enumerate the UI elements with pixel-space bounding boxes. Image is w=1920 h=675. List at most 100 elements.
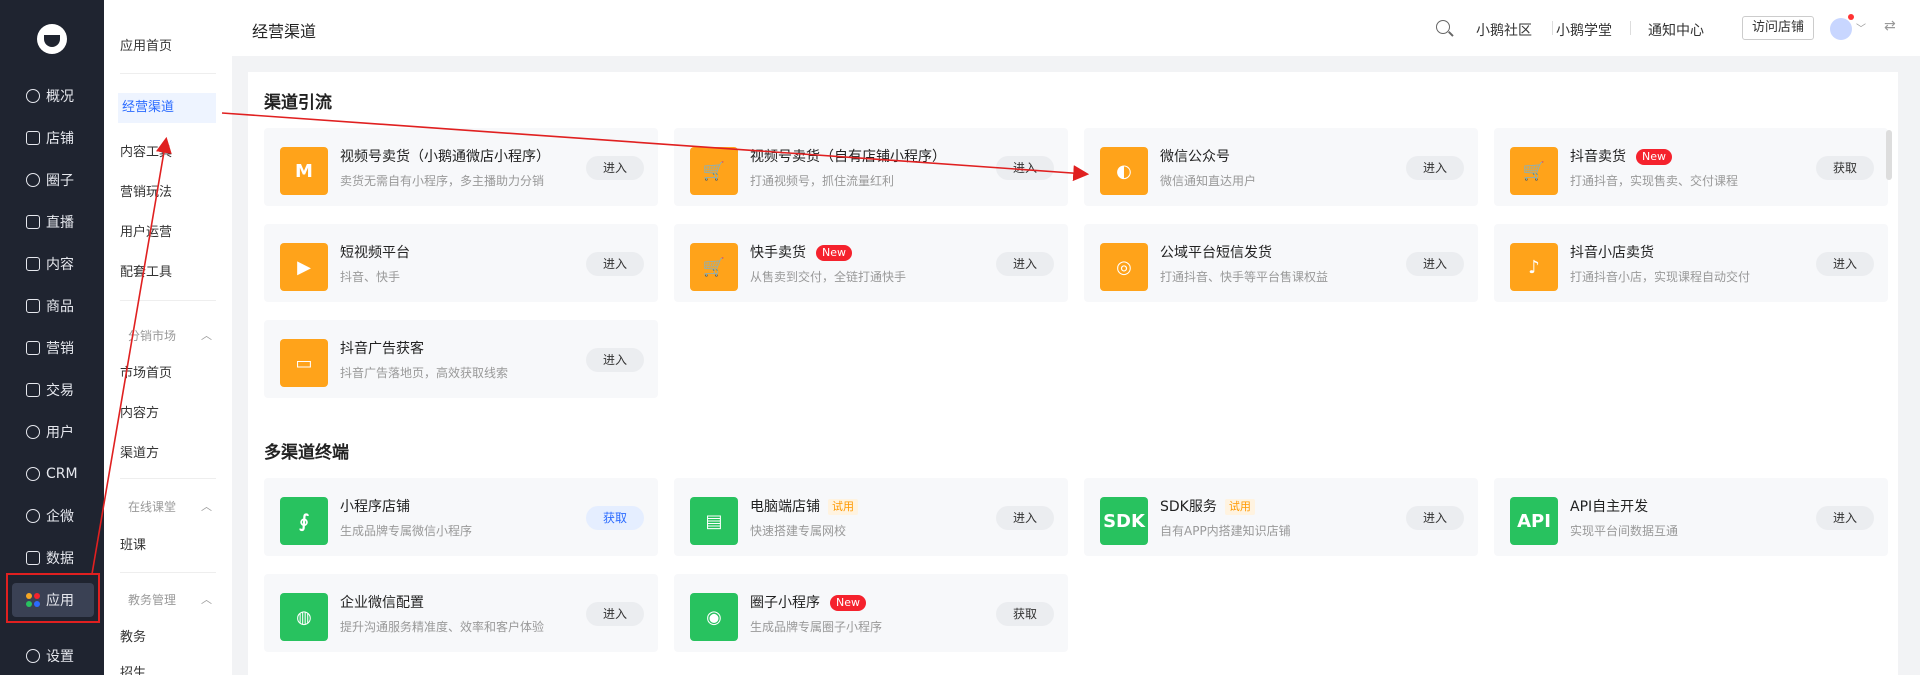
app-card-button[interactable]: 进入	[996, 252, 1054, 276]
app-card[interactable]: ◎ 公域平台短信发货 打通抖音、快手等平台售课权益 进入	[1084, 224, 1478, 302]
app-card-button[interactable]: 获取	[586, 506, 644, 530]
nav-item-store[interactable]: 店铺	[12, 121, 94, 155]
chevron-up-icon: ︿	[201, 593, 212, 606]
logo-icon[interactable]	[37, 24, 67, 54]
nav-item-settings[interactable]: 设置	[12, 639, 94, 673]
avatar[interactable]	[1830, 18, 1852, 40]
crm-icon	[26, 467, 40, 481]
app-card[interactable]: ◉ 圈子小程序 New 生成品牌专属圈子小程序 获取	[674, 574, 1068, 652]
app-card-title: 小程序店铺	[340, 499, 410, 515]
app-card-button[interactable]: 进入	[586, 156, 644, 180]
submenu-item-enroll[interactable]: 招生	[120, 662, 146, 675]
app-card-desc: 实现平台间数据互通	[1570, 524, 1679, 538]
app-card-desc: 打通视频号，抓住流量红利	[750, 174, 895, 188]
app-card-button[interactable]: 进入	[586, 348, 644, 372]
status-badge: New	[1636, 149, 1672, 165]
live-icon	[26, 215, 40, 229]
app-card[interactable]: 🛒 快手卖货 New 从售卖到交付，全链打通快手 进入	[674, 224, 1068, 302]
app-card[interactable]: API API自主开发 实现平台间数据互通 进入	[1494, 478, 1888, 556]
app-card-button[interactable]: 进入	[586, 252, 644, 276]
nav-item-marketing[interactable]: 营销	[12, 331, 94, 365]
submenu-group-online-class[interactable]: 在线课堂 ︿	[128, 498, 212, 515]
app-card-title: 微信公众号	[1160, 149, 1230, 165]
page-title: 经营渠道	[252, 22, 317, 41]
app-icon: ▭	[280, 339, 328, 387]
nav-item-overview[interactable]: 概况	[12, 79, 94, 113]
header-link-community[interactable]: 小鹅社区	[1476, 20, 1532, 40]
header-separator	[1552, 21, 1553, 35]
app-card[interactable]: 🛒 抖音卖货 New 打通抖音，实现售卖、交付课程 获取	[1494, 128, 1888, 206]
nav-item-data[interactable]: 数据	[12, 541, 94, 575]
app-card[interactable]: ◍ 企业微信配置 提升沟通服务精准度、效率和客户体验 进入	[264, 574, 658, 652]
app-card-button[interactable]: 进入	[1816, 252, 1874, 276]
app-card[interactable]: ♪ 抖音小店卖货 打通抖音小店，实现课程自动交付 进入	[1494, 224, 1888, 302]
app-card-button[interactable]: 进入	[1406, 156, 1464, 180]
app-card-button[interactable]: 进入	[1406, 506, 1464, 530]
submenu-item-academic[interactable]: 教务	[120, 626, 146, 645]
app-card-title: SDK服务 试用	[1160, 496, 1255, 516]
submenu-item-market-home[interactable]: 市场首页	[120, 362, 172, 381]
app-card[interactable]: M 视频号卖货（小鹅通微店小程序） 卖货无需自有小程序，多主播助力分销 进入	[264, 128, 658, 206]
app-card[interactable]: SDK SDK服务 试用 自有APP内搭建知识店铺 进入	[1084, 478, 1478, 556]
goods-icon	[26, 299, 40, 313]
app-card[interactable]: ◐ 微信公众号 微信通知直达用户 进入	[1084, 128, 1478, 206]
nav-item-trade[interactable]: 交易	[12, 373, 94, 407]
submenu-group-distribution[interactable]: 分销市场 ︿	[128, 327, 212, 344]
app-icon: M	[280, 147, 328, 195]
annotation-highlight-box	[6, 573, 100, 623]
top-header: 经营渠道 小鹅社区 小鹅学堂 通知中心 访问店铺 ﹀ ⇄	[232, 0, 1920, 56]
main-content: 渠道引流 多渠道终端 M 视频号卖货（小鹅通微店小程序） 卖货无需自有小程序，多主播…	[248, 72, 1898, 675]
submenu-item-marketing-play[interactable]: 营销玩法	[120, 181, 172, 200]
chevron-down-icon[interactable]: ﹀	[1856, 20, 1866, 35]
submenu-group-academic[interactable]: 教务管理 ︿	[128, 591, 212, 608]
app-icon: SDK	[1100, 497, 1148, 545]
submenu-item-content-party[interactable]: 内容方	[120, 402, 159, 421]
app-card-button[interactable]: 进入	[996, 156, 1054, 180]
nav-item-content[interactable]: 内容	[12, 247, 94, 281]
nav-item-crm[interactable]: CRM	[12, 457, 94, 491]
header-link-academy[interactable]: 小鹅学堂	[1556, 20, 1612, 40]
app-card-button[interactable]: 进入	[1816, 506, 1874, 530]
app-card-button[interactable]: 进入	[586, 602, 644, 626]
switch-icon[interactable]: ⇄	[1884, 18, 1896, 34]
scrollbar[interactable]	[1886, 130, 1892, 180]
app-card-button[interactable]: 进入	[1406, 252, 1464, 276]
submenu-item-channels[interactable]: 经营渠道	[118, 93, 216, 123]
app-card[interactable]: ▭ 抖音广告获客 抖音广告落地页，高效获取线索 进入	[264, 320, 658, 398]
submenu-item-support-tools[interactable]: 配套工具	[120, 261, 172, 280]
app-card[interactable]: 🛒 视频号卖货（自有店铺小程序） 打通视频号，抓住流量红利 进入	[674, 128, 1068, 206]
app-icon: ♪	[1510, 243, 1558, 291]
data-icon	[26, 551, 40, 565]
app-card-desc: 提升沟通服务精准度、效率和客户体验	[340, 620, 545, 634]
app-card-title: API自主开发	[1570, 499, 1649, 515]
app-card-title: 短视频平台	[340, 245, 410, 261]
submenu-item-content-tools[interactable]: 内容工具	[120, 141, 172, 160]
app-card-desc: 打通抖音、快手等平台售课权益	[1160, 270, 1329, 284]
app-card[interactable]: ∮ 小程序店铺 生成品牌专属微信小程序 获取	[264, 478, 658, 556]
nav-item-live[interactable]: 直播	[12, 205, 94, 239]
app-card[interactable]: ▶ 短视频平台 抖音、快手 进入	[264, 224, 658, 302]
nav-item-wecom[interactable]: 企微	[12, 499, 94, 533]
header-separator	[1630, 21, 1631, 35]
status-badge: 试用	[828, 499, 858, 515]
submenu-item-app-home[interactable]: 应用首页	[120, 35, 172, 54]
app-card-title: 快手卖货 New	[750, 242, 852, 262]
submenu-item-class[interactable]: 班课	[120, 534, 146, 553]
app-card-button[interactable]: 获取	[1816, 156, 1874, 180]
submenu-item-user-ops[interactable]: 用户运营	[120, 221, 172, 240]
content-icon	[26, 257, 40, 271]
search-icon[interactable]	[1436, 20, 1450, 34]
settings-icon	[26, 649, 40, 663]
nav-item-circle[interactable]: 圈子	[12, 163, 94, 197]
app-card-button[interactable]: 进入	[996, 506, 1054, 530]
wecom-icon	[26, 509, 40, 523]
app-card-button[interactable]: 获取	[996, 602, 1054, 626]
store-icon	[26, 131, 40, 145]
app-icon: 🛒	[1510, 147, 1558, 195]
nav-item-goods[interactable]: 商品	[12, 289, 94, 323]
visit-store-button[interactable]: 访问店铺	[1742, 16, 1814, 40]
app-card[interactable]: ▤ 电脑端店铺 试用 快速搭建专属网校 进入	[674, 478, 1068, 556]
submenu-item-channel-party[interactable]: 渠道方	[120, 442, 159, 461]
header-link-notifications[interactable]: 通知中心	[1648, 20, 1704, 40]
nav-item-user[interactable]: 用户	[12, 415, 94, 449]
